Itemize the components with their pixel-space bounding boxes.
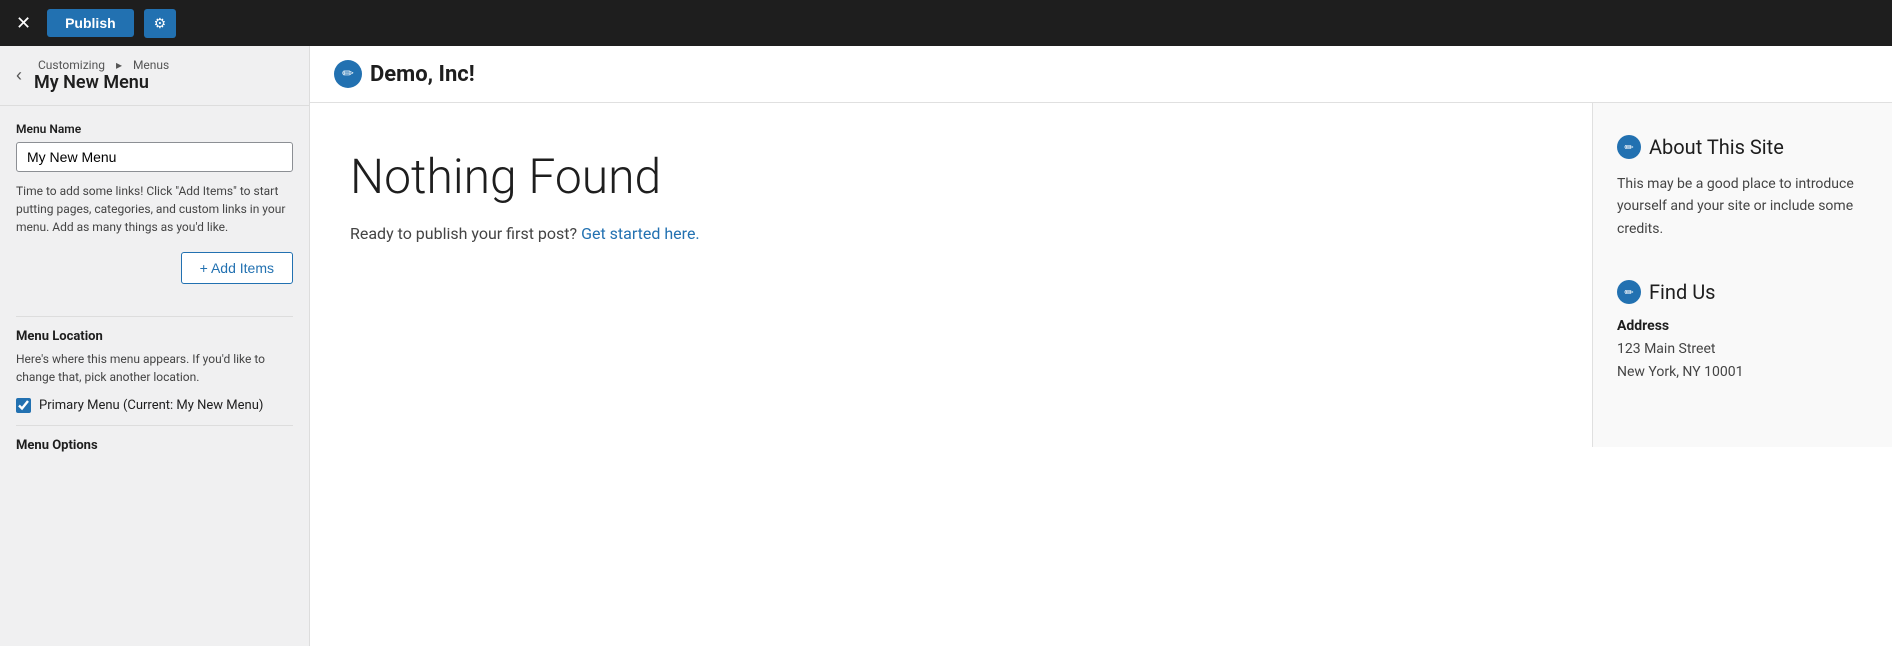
menu-location-title: Menu Location [16, 329, 293, 344]
site-header: ✏ Demo, Inc! [310, 46, 1892, 103]
primary-menu-checkbox[interactable] [16, 398, 31, 413]
breadcrumb-separator: ▸ [116, 58, 122, 72]
breadcrumb-container: Customizing ▸ Menus My New Menu [34, 58, 173, 93]
widget-find-us-edit-icon[interactable]: ✏ [1617, 280, 1641, 304]
close-button[interactable]: ✕ [8, 10, 39, 36]
sidebar-content: Menu Name Time to add some links! Click … [0, 106, 309, 646]
widget-about-edit-icon[interactable]: ✏ [1617, 135, 1641, 159]
widget-find-us-title-row: ✏ Find Us [1617, 280, 1868, 304]
top-bar: ✕ Publish ⚙ [0, 0, 1892, 46]
preview-main: Nothing Found Ready to publish your firs… [310, 103, 1592, 447]
sidebar-divider-2 [16, 425, 293, 426]
widget-find-us-title: Find Us [1649, 280, 1716, 304]
back-button[interactable]: ‹ [12, 63, 26, 88]
get-started-link[interactable]: Get started here. [581, 224, 700, 243]
nothing-found-text: Ready to publish your first post? Get st… [350, 224, 1552, 243]
address-line-2: New York, NY 10001 [1617, 361, 1868, 383]
preview-sidebar: ✏ About This Site This may be a good pla… [1592, 103, 1892, 447]
publish-button[interactable]: Publish [47, 9, 134, 37]
menu-options-title: Menu Options [16, 438, 293, 453]
settings-button[interactable]: ⚙ [144, 9, 177, 38]
widget-about-title: About This Site [1649, 135, 1784, 159]
customizer-sidebar: ‹ Customizing ▸ Menus My New Menu Menu N… [0, 46, 310, 646]
address-line-1: 123 Main Street [1617, 338, 1868, 360]
add-items-button[interactable]: + Add Items [181, 252, 293, 284]
breadcrumb-parent: Customizing [38, 58, 105, 72]
address-label: Address [1617, 318, 1868, 334]
sidebar-title: My New Menu [34, 72, 173, 93]
sidebar-divider [16, 316, 293, 317]
sidebar-header: ‹ Customizing ▸ Menus My New Menu [0, 46, 309, 106]
menu-location-desc: Here's where this menu appears. If you'd… [16, 350, 293, 386]
preview-body: Nothing Found Ready to publish your firs… [310, 103, 1892, 447]
main-layout: ‹ Customizing ▸ Menus My New Menu Menu N… [0, 46, 1892, 646]
site-logo-icon: ✏ [334, 60, 362, 88]
breadcrumb-current: Menus [133, 58, 169, 72]
widget-about-title-row: ✏ About This Site [1617, 135, 1868, 159]
widget-find-us: ✏ Find Us Address 123 Main Street New Yo… [1617, 280, 1868, 383]
widget-about: ✏ About This Site This may be a good pla… [1617, 135, 1868, 240]
menu-help-text: Time to add some links! Click "Add Items… [16, 182, 293, 236]
primary-menu-label: Primary Menu (Current: My New Menu) [39, 398, 263, 413]
breadcrumb: Customizing ▸ Menus [34, 58, 173, 72]
widget-about-text: This may be a good place to introduce yo… [1617, 173, 1868, 240]
site-name: Demo, Inc! [370, 62, 475, 87]
menu-name-label: Menu Name [16, 122, 293, 136]
primary-menu-checkbox-row[interactable]: Primary Menu (Current: My New Menu) [16, 398, 293, 413]
menu-name-input[interactable] [16, 142, 293, 172]
nothing-found-title: Nothing Found [350, 151, 1552, 204]
preview-area: ✏ Demo, Inc! Nothing Found Ready to publ… [310, 46, 1892, 646]
